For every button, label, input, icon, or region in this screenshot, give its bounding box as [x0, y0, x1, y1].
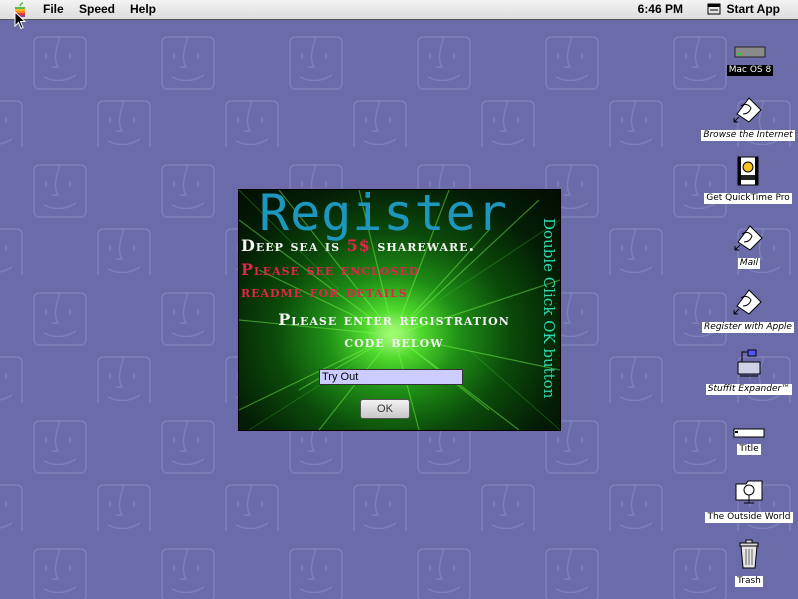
desktop-icon-stuffit-expander[interactable]: StuffIt Expander™	[699, 348, 798, 396]
menu-file[interactable]: File	[43, 2, 64, 16]
register-dialog: Register Deep sea is 5$ shareware. Pleas…	[238, 189, 561, 431]
desktop-icon-label: Title	[737, 444, 761, 455]
stuffit-icon	[737, 349, 761, 377]
menu-speed[interactable]: Speed	[79, 2, 115, 16]
application-switcher-icon	[707, 3, 721, 15]
shareware-price: 5$	[346, 236, 371, 255]
menu-help[interactable]: Help	[130, 2, 156, 16]
shareware-notice-prefix: Deep sea is	[241, 236, 347, 255]
shareware-notice: Deep sea is 5$ shareware.	[241, 236, 475, 255]
desktop-icon-register-with-apple[interactable]: Register with Apple	[698, 284, 798, 334]
document-icon	[733, 428, 765, 438]
double-click-hint: Double Click OK button	[540, 217, 558, 399]
mouse-cursor-icon	[14, 11, 26, 30]
desktop-icon-outside-world[interactable]: The Outside World	[699, 474, 798, 524]
trash-icon	[739, 539, 759, 569]
desktop-icon-mac-os-8[interactable]: Mac OS 8	[700, 45, 798, 77]
readme-notice-line-2: readme for details	[241, 282, 408, 301]
registration-code-input[interactable]	[319, 369, 463, 385]
alias-hand-icon	[734, 225, 763, 251]
alias-hand-icon	[733, 289, 762, 315]
desktop-icon-title[interactable]: Title	[699, 428, 798, 456]
desktop-icon-label: StuffIt Expander™	[705, 384, 793, 395]
desktop-icon-get-quicktime-pro[interactable]: Get QuickTime Pro	[698, 155, 798, 205]
desktop-icon-label: The Outside World	[705, 512, 793, 523]
alias-hand-icon	[733, 97, 762, 123]
menu-bar: File Speed Help 6:46 PM Start App	[0, 0, 798, 20]
application-menu-label: Start App	[726, 2, 780, 16]
registration-prompt-line-2: code below	[344, 332, 444, 351]
shareware-notice-suffix: shareware.	[370, 236, 476, 255]
desktop-icon-mail[interactable]: Mail	[699, 220, 798, 270]
quicktime-movie-icon	[737, 156, 759, 186]
desktop-icon-label: Mail	[737, 258, 761, 269]
network-folder-icon	[735, 480, 763, 504]
dialog-title: Register	[259, 189, 508, 242]
desktop-icon-label: Mac OS 8	[726, 65, 774, 76]
menubar-clock[interactable]: 6:46 PM	[638, 2, 683, 16]
desktop-icon-label: Trash	[735, 576, 763, 587]
desktop-icon-trash[interactable]: Trash	[699, 538, 798, 588]
ok-button[interactable]: OK	[360, 399, 410, 419]
desktop-icon-label: Register with Apple	[702, 322, 794, 333]
application-menu[interactable]: Start App	[707, 2, 780, 16]
hard-disk-icon	[734, 46, 766, 58]
desktop-icon-label: Get QuickTime Pro	[704, 193, 792, 204]
registration-prompt-line-1: Please enter registration	[278, 310, 510, 329]
desktop-icon-browse-internet[interactable]: Browse the Internet	[698, 92, 798, 142]
desktop-icon-label: Browse the Internet	[701, 130, 795, 141]
readme-notice-line-1: Please see enclosed	[241, 260, 420, 279]
